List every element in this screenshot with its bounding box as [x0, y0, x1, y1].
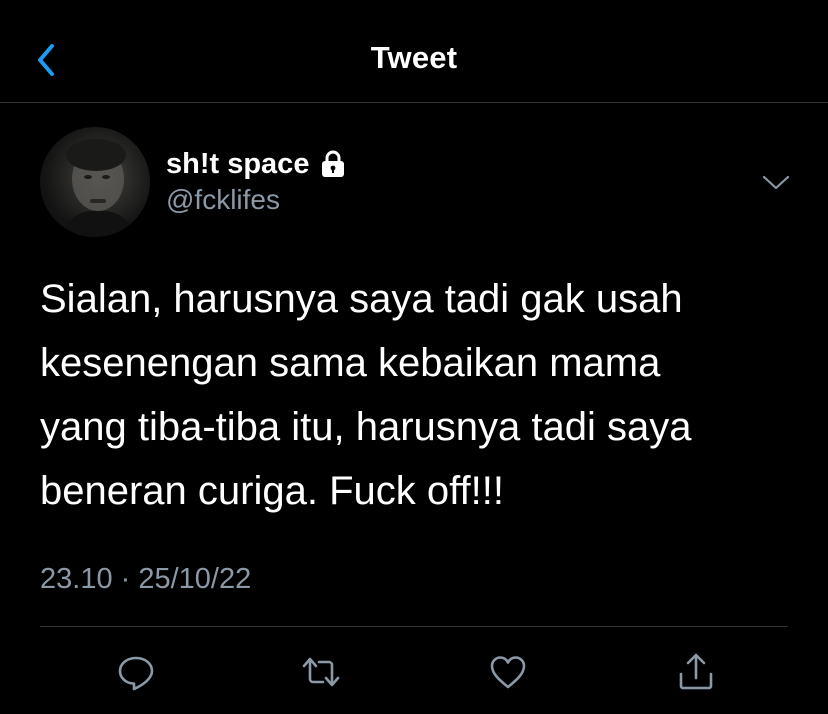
- retweet-icon: [302, 657, 340, 687]
- lock-icon: [319, 149, 347, 179]
- retweet-button[interactable]: [301, 652, 341, 692]
- reply-button[interactable]: [116, 652, 156, 692]
- avatar[interactable]: [40, 127, 150, 237]
- like-icon: [490, 656, 526, 689]
- avatar-photo: [60, 139, 136, 237]
- author-handle[interactable]: @fcklifes: [166, 184, 280, 216]
- more-options-button[interactable]: [760, 168, 792, 196]
- share-button[interactable]: [676, 652, 716, 692]
- page-title: Tweet: [370, 40, 458, 75]
- share-icon: [679, 653, 713, 690]
- like-button[interactable]: [488, 652, 528, 692]
- top-bar: Tweet: [0, 0, 828, 103]
- chevron-down-icon: [762, 175, 790, 190]
- display-name[interactable]: sh!t space: [166, 148, 309, 181]
- tweet-timestamp[interactable]: 23.10 · 25/10/22: [40, 563, 251, 596]
- reply-icon: [118, 656, 154, 691]
- divider: [40, 626, 788, 627]
- tweet-text: Sialan, harusnya saya tadi gak usah kese…: [40, 277, 692, 513]
- author-name-row[interactable]: sh!t space: [166, 144, 347, 184]
